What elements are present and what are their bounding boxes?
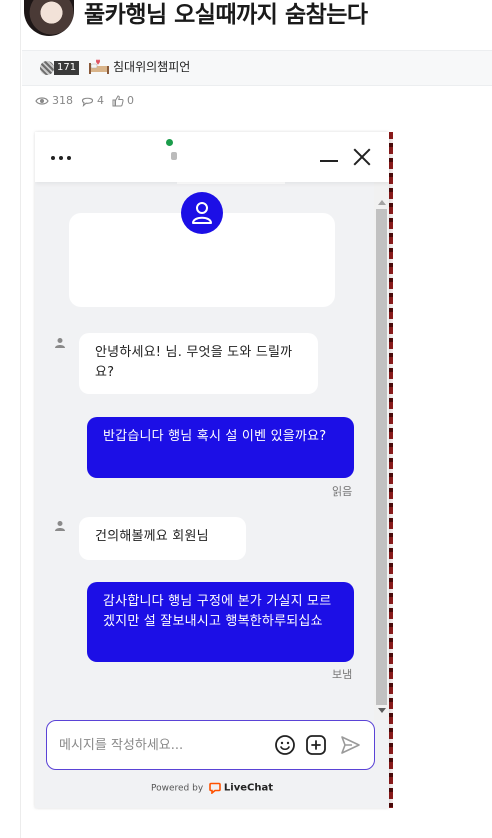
- scroll-down-icon[interactable]: [378, 708, 386, 713]
- message-status: 읽음: [332, 485, 353, 498]
- message-input[interactable]: [59, 735, 264, 755]
- agent-message-avatar-icon: [55, 521, 65, 531]
- thumbs-up-icon: [112, 94, 124, 106]
- comments-count: 4: [97, 94, 104, 107]
- powered-by-label: Powered by: [150, 783, 204, 794]
- user-message: 감사합니다 행님 구정에 본가 가실지 모르겠지만 설 잘보내시고 행복한하루되…: [87, 582, 354, 662]
- likes-stat[interactable]: 0: [112, 94, 134, 107]
- livechat-logo-icon: [209, 782, 221, 794]
- minimize-icon[interactable]: [317, 146, 341, 168]
- post-stats: 318 4 0: [35, 94, 134, 107]
- user-icon: [192, 202, 212, 224]
- post-title: 풀카행님 오실때까지 숨참는다: [84, 2, 368, 28]
- livechat-widget: 안녕하세요! 님. 무엇을 도와 드릴까요? 반갑습니다 행님 혹시 설 이벤 …: [35, 132, 389, 808]
- scroll-up-icon[interactable]: [378, 200, 386, 205]
- author-avatar[interactable]: [24, 0, 74, 36]
- close-icon[interactable]: [349, 144, 375, 170]
- comments-stat: 4: [81, 94, 104, 107]
- agent-message-avatar-icon: [55, 338, 65, 348]
- chat-header: [35, 132, 389, 182]
- level-badge: 171: [54, 61, 80, 75]
- views-count: 318: [52, 94, 73, 107]
- eye-icon: [35, 96, 49, 105]
- menu-dots-icon[interactable]: [49, 149, 73, 165]
- powered-by-footer[interactable]: Powered by LiveChat: [35, 782, 389, 794]
- likes-count: 0: [127, 94, 134, 107]
- message-composer: [46, 720, 375, 770]
- emoji-icon[interactable]: [274, 734, 296, 756]
- level-icon: [40, 61, 54, 75]
- author-name[interactable]: 침대위의챔피언: [113, 59, 190, 75]
- scroll-thumb[interactable]: [376, 209, 387, 705]
- user-message: 반갑습니다 행님 혹시 설 이벤 있을까요?: [87, 417, 354, 478]
- add-icon[interactable]: [305, 734, 327, 756]
- agent-message: 건의해볼께요 회원님: [79, 517, 246, 560]
- agent-message: 안녕하세요! 님. 무엇을 도와 드릴까요?: [79, 333, 318, 394]
- bed-icon: [89, 59, 109, 74]
- agent-avatar: [181, 192, 223, 234]
- agent-mini-avatar: [171, 152, 177, 160]
- author-bar: 171 침대위의챔피언: [22, 50, 492, 86]
- online-status-dot: [166, 139, 173, 146]
- views-stat: 318: [35, 94, 73, 107]
- chat-scrollbar[interactable]: [374, 182, 389, 720]
- livechat-brand: LiveChat: [223, 782, 273, 794]
- send-icon[interactable]: [339, 734, 361, 756]
- comment-icon: [81, 97, 94, 107]
- left-border: [20, 0, 21, 838]
- message-status: 보냄: [332, 668, 353, 681]
